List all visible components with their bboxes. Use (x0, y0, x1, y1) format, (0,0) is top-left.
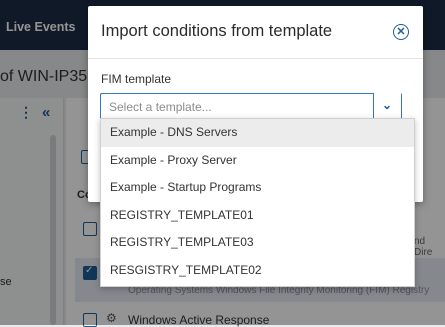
dropdown-option[interactable]: Example - DNS Servers (101, 119, 414, 147)
chevron-down-icon: ⌄ (382, 98, 393, 112)
dropdown-option[interactable]: REGISTRY_TEMPLATE03 (101, 229, 414, 257)
dropdown-option[interactable]: Example - Startup Programs (101, 174, 414, 202)
select-placeholder: Select a template... (109, 100, 212, 114)
dialog-title: Import conditions from template (101, 22, 333, 40)
close-icon[interactable]: ✕ (393, 24, 409, 40)
fim-template-label: FIM template (101, 72, 172, 86)
dialog-divider (88, 58, 423, 59)
dropdown-option[interactable]: RESGISTRY_TEMPLATE02 (101, 257, 414, 285)
dropdown-option[interactable]: Example - Proxy Server (101, 147, 414, 175)
template-dropdown-list: Example - DNS Servers Example - Proxy Se… (100, 118, 415, 287)
dropdown-option[interactable]: REGISTRY_TEMPLATE01 (101, 202, 414, 230)
